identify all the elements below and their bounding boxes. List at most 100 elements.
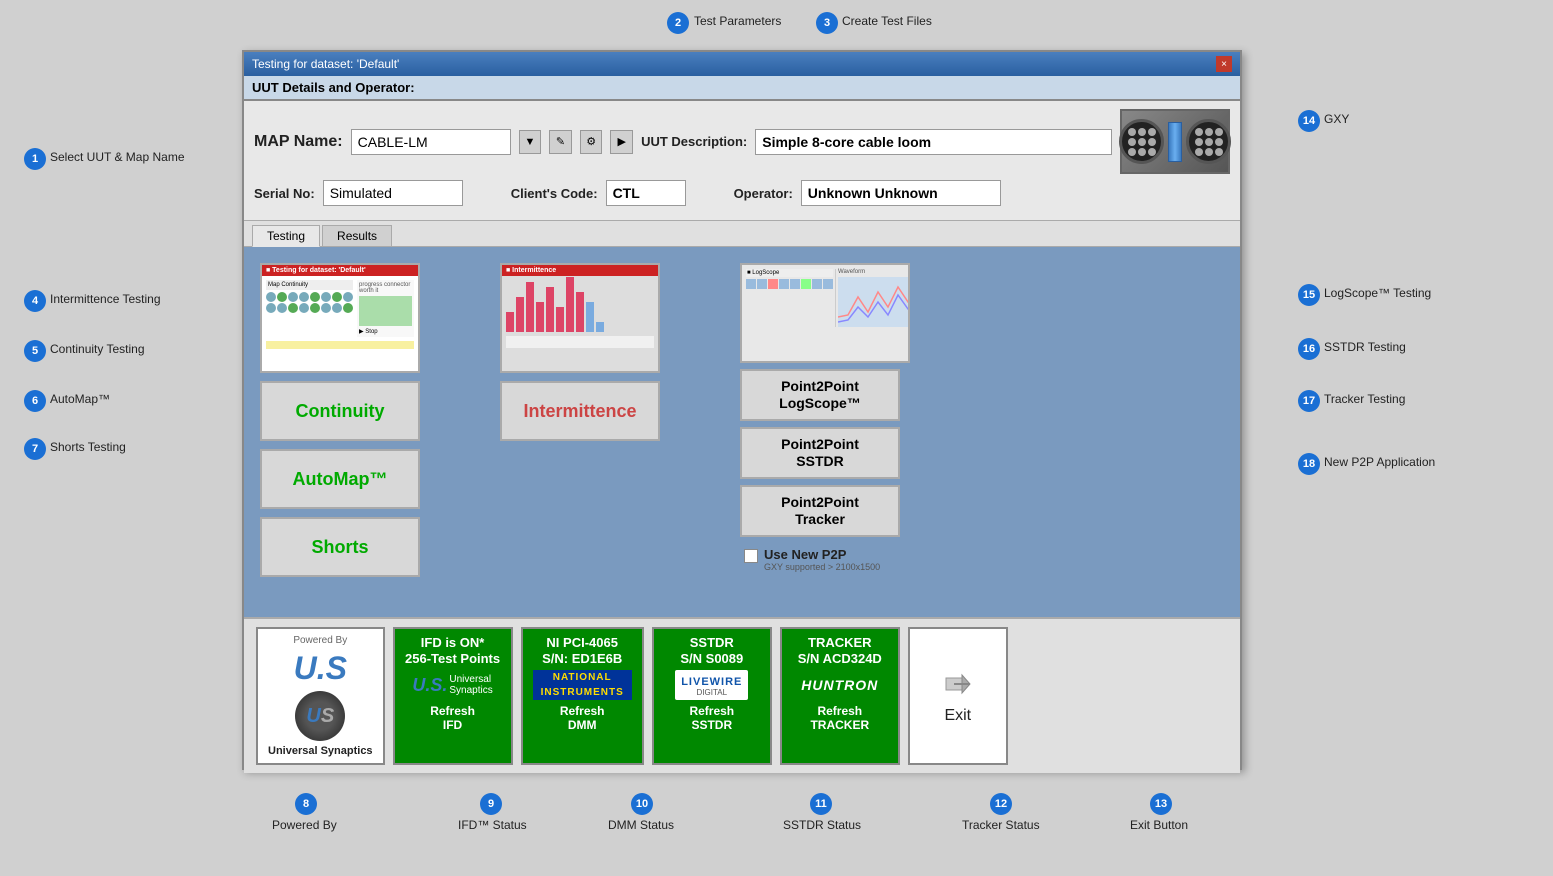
callout-5-label: Continuity Testing — [50, 342, 145, 356]
main-window: Testing for dataset: 'Default' × UUT Det… — [242, 50, 1242, 770]
map-run-btn[interactable]: ▶ — [610, 130, 633, 154]
connector-image — [1120, 109, 1230, 174]
new-p2p-sublabel: GXY supported > 2100x1500 — [764, 562, 880, 572]
callout-4-label: Intermittence Testing — [50, 292, 161, 306]
callout-9: 9 — [480, 793, 502, 815]
bottom-status-bar: Powered By U.S U S Universal Synaptics I… — [244, 617, 1240, 773]
intermittence-thumbnail: ■ Intermittence — [500, 263, 660, 373]
sstdr-status-card: SSTDRS/N S0089 LIVEWIRE DIGITAL RefreshS… — [652, 627, 772, 765]
callout-12-label: Tracker Status — [962, 818, 1040, 832]
callout-17-label: Tracker Testing — [1324, 392, 1405, 406]
map-name-input[interactable] — [351, 129, 511, 155]
p2p-logscope-button[interactable]: Point2PointLogScope™ — [740, 369, 900, 421]
continuity-button[interactable]: Continuity — [260, 381, 420, 441]
callout-18-label: New P2P Application — [1324, 455, 1435, 469]
sstdr-title: SSTDRS/N S0089 — [680, 635, 743, 666]
map-edit-btn[interactable]: ✎ — [549, 130, 572, 154]
window-title: Testing for dataset: 'Default' — [252, 57, 399, 71]
exit-label: Exit — [944, 707, 971, 725]
connector-left — [1119, 119, 1164, 164]
callout-15: 15 — [1298, 284, 1320, 306]
ni-logo: NATIONAL INSTRUMENTS — [533, 670, 632, 700]
tracker-logo-area: HUNTRON — [801, 670, 878, 700]
window-close-button[interactable]: × — [1216, 56, 1232, 72]
powered-by-card: Powered By U.S U S Universal Synaptics — [256, 627, 385, 765]
refresh-tracker-button[interactable]: RefreshTRACKER — [810, 704, 869, 732]
callout-11-label: SSTDR Status — [783, 818, 861, 832]
callout-13-label: Exit Button — [1130, 818, 1188, 832]
livewire-logo: LIVEWIRE DIGITAL — [675, 670, 748, 700]
callout-14: 14 — [1298, 110, 1320, 132]
operator-label: Operator: — [734, 186, 793, 201]
tracker-title: TRACKERS/N ACD324D — [798, 635, 882, 666]
testing-area: ■ Testing for dataset: 'Default' Map Con… — [244, 247, 1240, 617]
callout-6: 6 — [24, 390, 46, 412]
dmm-status-card: NI PCI-4065S/N: ED1E6B NATIONAL INSTRUME… — [521, 627, 644, 765]
automap-button[interactable]: AutoMap™ — [260, 449, 420, 509]
callout-18: 18 — [1298, 453, 1320, 475]
intermittence-button[interactable]: Intermittence — [500, 381, 660, 441]
callout-14-label: GXY — [1324, 112, 1349, 126]
connector-right — [1186, 119, 1231, 164]
callout-7-label: Shorts Testing — [50, 440, 126, 454]
callout-8: 8 — [295, 793, 317, 815]
ifd-logo-area: U.S. UniversalSynaptics — [412, 670, 492, 700]
client-input[interactable] — [606, 180, 686, 206]
callout-6-label: AutoMap™ — [50, 392, 110, 406]
callout-2-label: Test Parameters — [694, 14, 781, 28]
operator-input[interactable] — [801, 180, 1001, 206]
us-sphere: U S — [295, 691, 345, 741]
logscope-thumbnail: ■ LogScope Waveform — [740, 263, 910, 363]
callout-13: 13 — [1150, 793, 1172, 815]
header-bar: UUT Details and Operator: — [244, 76, 1240, 101]
map-settings-btn[interactable]: ⚙ — [580, 130, 603, 154]
dmm-title: NI PCI-4065S/N: ED1E6B — [542, 635, 622, 666]
callout-10: 10 — [631, 793, 653, 815]
continuity-thumbnail: ■ Testing for dataset: 'Default' Map Con… — [260, 263, 420, 373]
new-p2p-checkbox[interactable] — [744, 549, 758, 563]
right-panel: ■ LogScope Waveform — [740, 263, 910, 576]
desc-label: UUT Description: — [641, 134, 747, 149]
callout-3-label: Create Test Files — [842, 14, 932, 28]
tab-bar: Testing Results — [244, 221, 1240, 247]
connector-cable — [1168, 122, 1182, 162]
callout-10-label: DMM Status — [608, 818, 674, 832]
header-label: UUT Details and Operator: — [252, 80, 415, 95]
dmm-logo-area: NATIONAL INSTRUMENTS — [533, 670, 632, 700]
callout-16-label: SSTDR Testing — [1324, 340, 1406, 354]
window-titlebar: Testing for dataset: 'Default' × — [244, 52, 1240, 76]
callout-3: 3 — [816, 12, 838, 34]
map-name-label: MAP Name: — [254, 133, 343, 151]
exit-card[interactable]: Exit — [908, 627, 1008, 765]
refresh-sstdr-button[interactable]: RefreshSSTDR — [689, 704, 734, 732]
serial-input[interactable] — [323, 180, 463, 206]
client-label: Client's Code: — [511, 186, 598, 201]
callout-4: 4 — [24, 290, 46, 312]
tab-testing[interactable]: Testing — [252, 225, 320, 247]
new-p2p-label: Use New P2P — [764, 547, 880, 562]
powered-by-brand: Universal Synaptics — [268, 745, 373, 757]
sstdr-logo-area: LIVEWIRE DIGITAL — [675, 670, 748, 700]
ifd-status-card: IFD is ON*256-Test Points U.S. Universal… — [393, 627, 513, 765]
desc-input[interactable] — [755, 129, 1112, 155]
callout-9-label: IFD™ Status — [458, 818, 527, 832]
callout-17: 17 — [1298, 390, 1320, 412]
exit-icon — [942, 668, 974, 707]
use-new-p2p-area: Use New P2P GXY supported > 2100x1500 — [740, 543, 910, 576]
map-dropdown-btn[interactable]: ▼ — [519, 130, 542, 154]
callout-12: 12 — [990, 793, 1012, 815]
p2p-tracker-button[interactable]: Point2PointTracker — [740, 485, 900, 537]
callout-11: 11 — [810, 793, 832, 815]
ifd-title: IFD is ON*256-Test Points — [405, 635, 500, 666]
tab-results[interactable]: Results — [322, 225, 392, 246]
callout-2: 2 — [667, 12, 689, 34]
callout-15-label: LogScope™ Testing — [1324, 286, 1431, 300]
callout-16: 16 — [1298, 338, 1320, 360]
refresh-ifd-button[interactable]: RefreshIFD — [430, 704, 475, 732]
tracker-status-card: TRACKERS/N ACD324D HUNTRON RefreshTRACKE… — [780, 627, 900, 765]
p2p-sstdr-button[interactable]: Point2PointSSTDR — [740, 427, 900, 479]
callout-7: 7 — [24, 438, 46, 460]
callout-1-label: Select UUT & Map Name — [50, 150, 185, 164]
shorts-button[interactable]: Shorts — [260, 517, 420, 577]
refresh-dmm-button[interactable]: RefreshDMM — [560, 704, 605, 732]
